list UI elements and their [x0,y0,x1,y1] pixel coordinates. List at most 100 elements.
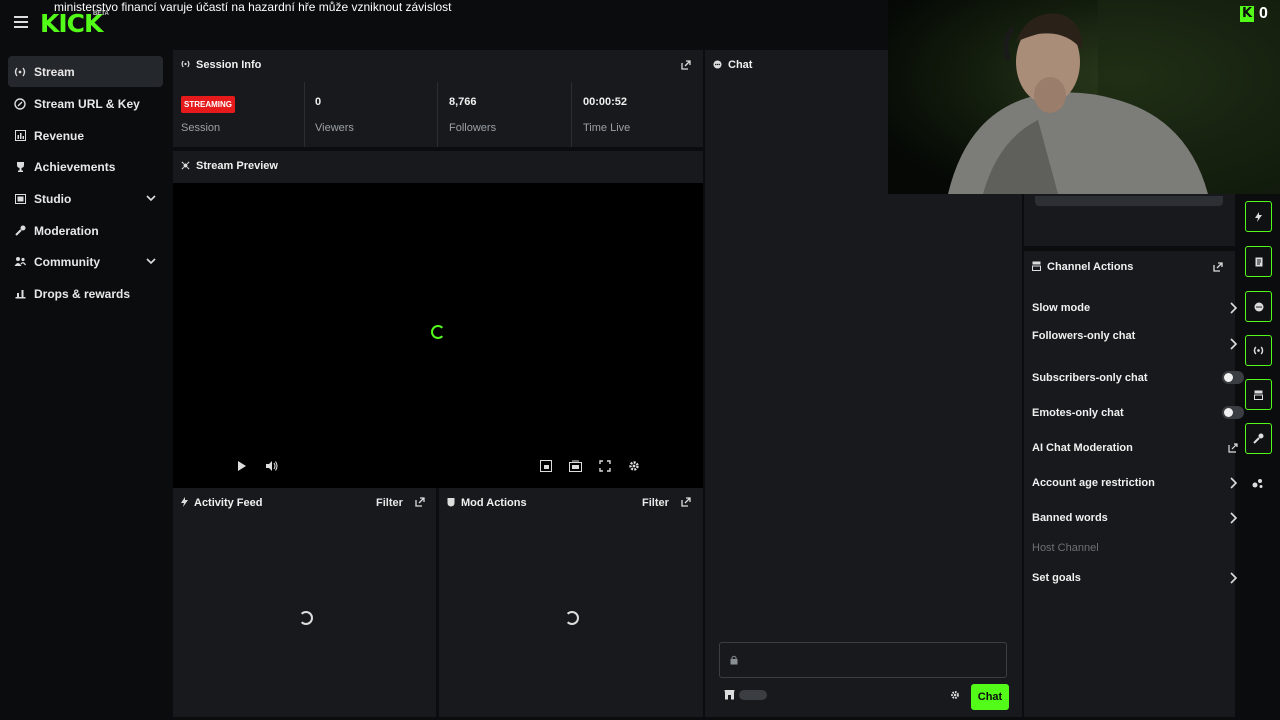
followers-stat: 8,766 Followers [449,96,496,134]
sidebar-item-stream[interactable]: Stream [8,56,163,87]
channel-actions-icon [1254,390,1263,400]
loading-spinner [431,325,445,339]
lightning-icon [1255,211,1262,222]
mod-actions-header: Mod Actions [447,488,527,518]
rail-moderation-button[interactable] [1245,423,1272,454]
lock-icon [730,655,738,665]
chevron-down-icon[interactable] [145,255,157,267]
account-age-restriction-item[interactable]: Account age restriction [1032,472,1238,494]
preview-icon [181,161,190,172]
mod-actions-panel: Mod Actions Filter [439,488,703,717]
sidebar-item-community[interactable]: Community [8,246,163,277]
broadcast-icon [181,60,190,70]
send-chat-button[interactable]: Chat [971,684,1009,710]
loading-spinner [299,611,313,625]
action-label: Set goals [1032,572,1081,584]
popout-icon[interactable] [681,497,691,507]
info-bar [1035,196,1223,206]
studio-icon [14,193,26,205]
stream-preview-header: Stream Preview [181,151,278,181]
channel-actions-icon [1032,261,1041,273]
panel-title: Activity Feed [194,497,263,509]
sidebar-item-achievements[interactable]: Achievements [8,151,163,182]
sidebar-item-label: Studio [34,191,72,206]
chat-bubble-icon [713,59,722,71]
broadcast-icon [1253,346,1264,355]
lightning-icon [181,497,188,509]
viewers-stat: 0 Viewers [315,96,354,134]
volume-icon[interactable] [264,459,278,473]
settings-icon[interactable] [627,459,641,473]
ai-chat-moderation-item[interactable]: AI Chat Moderation [1032,437,1238,459]
subscribers-only-toggle[interactable] [1222,371,1244,384]
rail-mod-actions-button[interactable] [1245,246,1272,277]
theater-mode-icon[interactable] [568,459,582,473]
mod-actions-filter-button[interactable]: Filter [642,488,669,518]
popout-icon[interactable] [681,60,691,70]
emotes-only-toggle[interactable] [1222,406,1244,419]
chat-header: Chat [713,50,752,80]
chat-settings-icon[interactable] [950,690,960,700]
followers-only-chat-item[interactable]: Followers-only chat [1032,326,1238,362]
document-icon [1255,257,1262,266]
rail-chat-button[interactable] [1245,291,1272,322]
chevron-right-icon [1230,302,1238,314]
link-icon [14,97,26,110]
chat-bubble-icon [1254,302,1263,311]
streamer-webcam-image [888,0,1280,194]
activity-filter-button[interactable]: Filter [376,488,403,518]
fullscreen-icon[interactable] [598,459,612,473]
sidebar-item-revenue[interactable]: Revenue [8,120,163,151]
sidebar-item-label: Drops & rewards [34,286,131,301]
add-widget-icon[interactable] [1252,476,1266,490]
wrench-icon [14,225,26,237]
time-live-stat: 00:00:52 Time Live [583,96,630,134]
sidebar-item-drops-rewards[interactable]: Drops & rewards [8,278,163,309]
gift-icon [14,288,26,300]
viewers-count: 0 [315,96,322,108]
rail-session-button[interactable] [1245,335,1272,366]
sidebar-item-label: Moderation [34,223,99,238]
channel-info-panel [1024,188,1235,246]
menu-icon[interactable] [14,16,28,28]
sidebar-item-label: Achievements [34,159,116,174]
rail-activity-button[interactable] [1245,201,1272,232]
pip-icon[interactable] [539,459,553,473]
stream-preview-panel: Stream Preview [173,151,703,488]
action-label: Host Channel [1032,542,1099,554]
sidebar-item-label: Stream [34,64,75,79]
session-info-header: Session Info [181,50,261,80]
session-info-panel: Session Info STREAMING Session 0 Viewers… [173,50,703,147]
sidebar-item-studio[interactable]: Studio [8,183,163,214]
set-goals-item[interactable]: Set goals [1032,567,1238,589]
trophy-icon [14,161,26,173]
sidebar-item-label: Community [34,254,100,269]
video-player[interactable] [173,183,703,488]
activity-feed-header: Activity Feed [181,488,262,518]
action-label: Subscribers-only chat [1032,372,1148,384]
play-icon[interactable] [235,459,249,473]
chevron-down-icon[interactable] [145,192,157,204]
action-label: Account age restriction [1032,477,1155,489]
sidebar-item-stream-url-key[interactable]: Stream URL & Key [8,88,163,119]
popout-icon[interactable] [1213,262,1223,272]
emotes-only-chat-item: Emotes-only chat [1032,402,1244,424]
broadcast-icon [14,66,26,78]
kick-k-icon: K [1240,6,1254,22]
popout-icon[interactable] [415,497,425,507]
stat-label: Time Live [583,122,631,134]
panel-title: Mod Actions [461,497,527,509]
sidebar-item-moderation[interactable]: Moderation [8,215,163,246]
rail-channel-actions-button[interactable] [1245,379,1272,410]
chevron-right-icon [1230,512,1238,524]
store-icon[interactable] [724,689,735,700]
chat-message-input[interactable] [719,642,1007,678]
kick-counter: K 0 [1240,5,1268,23]
gambling-warning-text: ministerstvo financí varuje účastí na ha… [54,0,452,14]
channel-actions-header: Channel Actions [1032,252,1133,282]
sidebar-item-label: Revenue [34,128,85,143]
banned-words-item[interactable]: Banned words [1032,507,1238,529]
action-label: Slow mode [1032,302,1091,314]
slow-mode-item[interactable]: Slow mode [1032,297,1238,319]
stat-label: Viewers [315,122,354,134]
